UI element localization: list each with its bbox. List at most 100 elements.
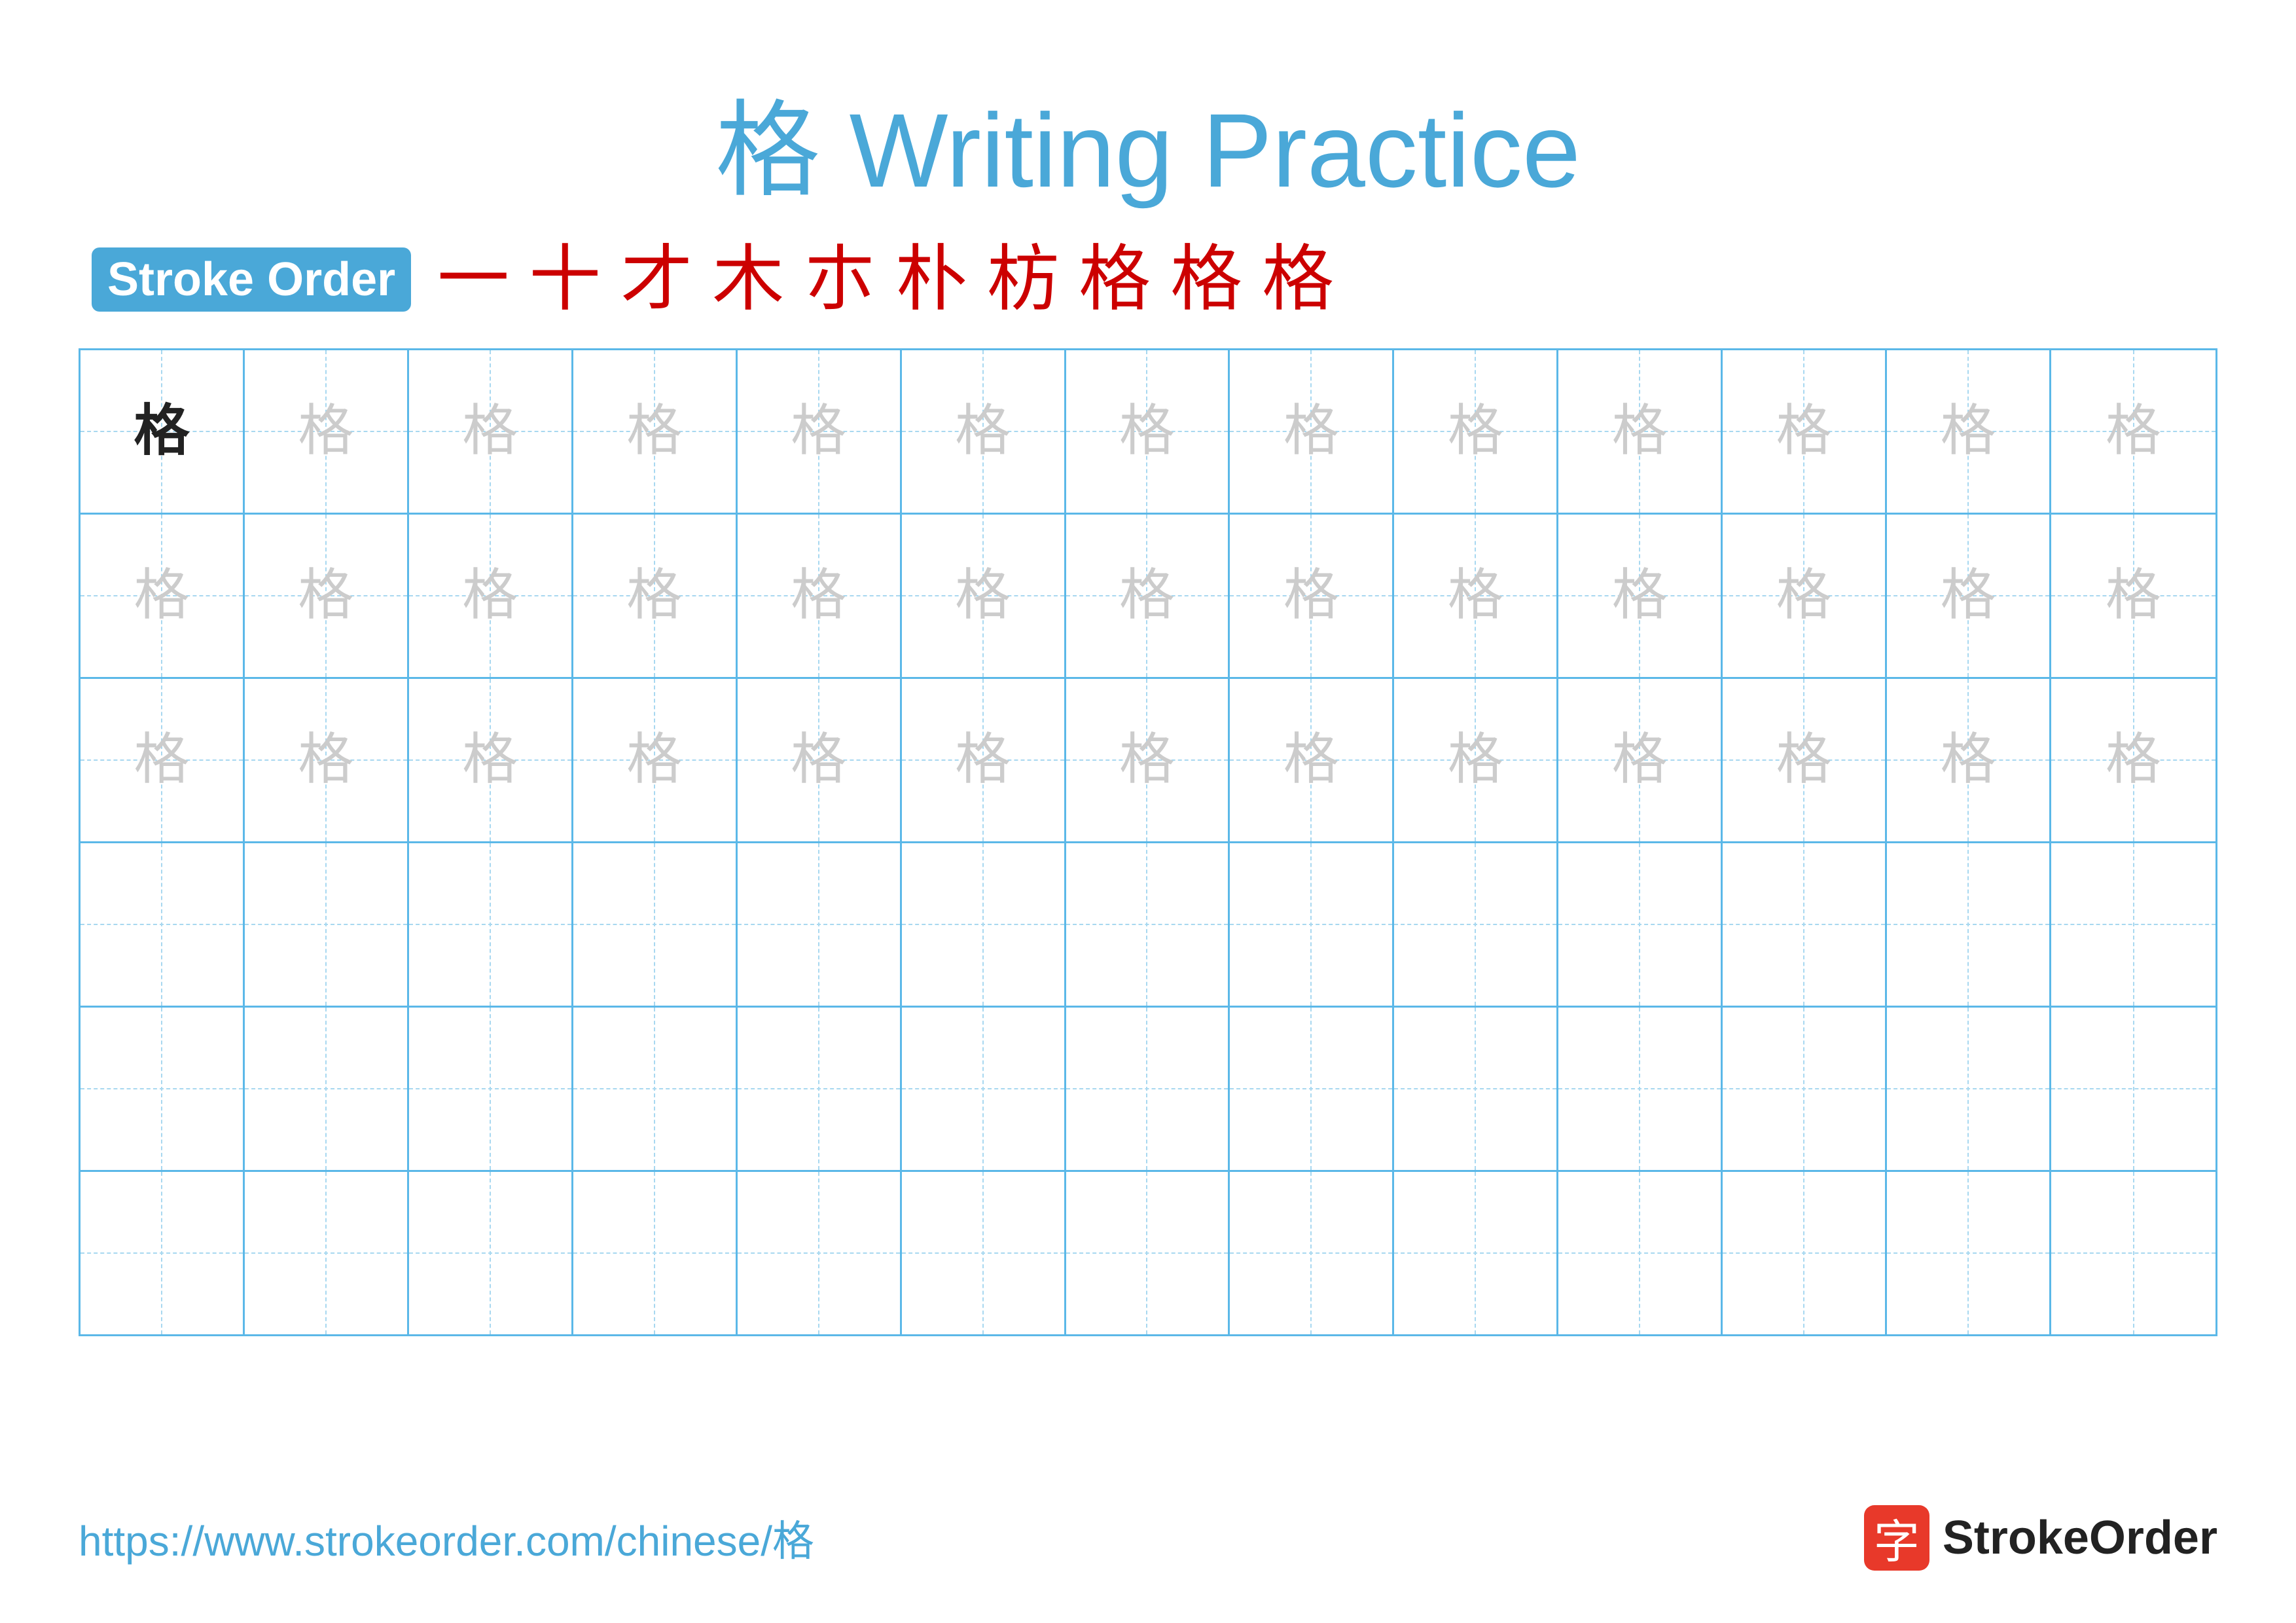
cell-char: 格 (955, 404, 1011, 460)
grid-cell[interactable] (573, 1172, 738, 1334)
grid-cell[interactable]: 格 (902, 350, 1066, 513)
grid-cell[interactable] (1066, 843, 1230, 1006)
grid-cell[interactable]: 格 (81, 350, 245, 513)
grid-cell[interactable] (1230, 843, 1394, 1006)
grid-cell[interactable]: 格 (1723, 515, 1887, 677)
grid-cell[interactable]: 格 (1558, 350, 1723, 513)
cell-char: 格 (1119, 733, 1175, 788)
cell-char: 格 (791, 568, 846, 624)
grid-cell[interactable]: 格 (738, 679, 902, 841)
grid-cell[interactable] (81, 843, 245, 1006)
grid-cell[interactable]: 格 (1066, 350, 1230, 513)
grid-cell[interactable] (902, 1008, 1066, 1170)
grid-cell[interactable]: 格 (1230, 350, 1394, 513)
grid-cell[interactable] (409, 843, 573, 1006)
grid-cell[interactable]: 格 (409, 515, 573, 677)
grid-cell[interactable]: 格 (81, 515, 245, 677)
grid-cell[interactable] (1558, 1172, 1723, 1334)
grid-cell[interactable] (1723, 843, 1887, 1006)
grid-cell[interactable]: 格 (81, 679, 245, 841)
grid-cell[interactable]: 格 (738, 515, 902, 677)
grid-cell[interactable] (2051, 843, 2215, 1006)
grid-cell[interactable] (409, 1172, 573, 1334)
grid-cell[interactable] (81, 1172, 245, 1334)
grid-cell[interactable]: 格 (409, 350, 573, 513)
grid-cell[interactable] (1723, 1008, 1887, 1170)
grid-cell[interactable]: 格 (1723, 679, 1887, 841)
stroke-9: 格 (1170, 244, 1242, 316)
grid-cell[interactable] (738, 1172, 902, 1334)
cell-char: 格 (1283, 733, 1339, 788)
grid-cell[interactable]: 格 (1394, 350, 1558, 513)
grid-cell[interactable] (245, 1008, 409, 1170)
grid-cell[interactable]: 格 (2051, 515, 2215, 677)
grid-cell[interactable] (1066, 1172, 1230, 1334)
grid-cell[interactable]: 格 (2051, 350, 2215, 513)
grid-cell[interactable] (902, 843, 1066, 1006)
grid-row-2: 格 格 格 格 格 格 格 格 格 格 格 格 格 (81, 515, 2215, 679)
grid-cell[interactable] (902, 1172, 1066, 1334)
stroke-order-badge: Stroke Order (92, 247, 411, 312)
logo-text: StrokeOrder (1943, 1511, 2217, 1565)
grid-cell[interactable] (1887, 1172, 2051, 1334)
grid-cell[interactable] (245, 1172, 409, 1334)
grid-cell[interactable] (1887, 1008, 2051, 1170)
grid-cell[interactable]: 格 (1230, 679, 1394, 841)
cell-char: 格 (134, 568, 189, 624)
grid-cell[interactable]: 格 (1066, 515, 1230, 677)
grid-cell[interactable]: 格 (1230, 515, 1394, 677)
grid-cell[interactable] (1887, 843, 2051, 1006)
grid-cell[interactable]: 格 (1394, 679, 1558, 841)
grid-cell[interactable] (738, 1008, 902, 1170)
grid-cell[interactable] (1066, 1008, 1230, 1170)
grid-cell[interactable]: 格 (1723, 350, 1887, 513)
stroke-2: 十 (529, 244, 601, 316)
grid-cell[interactable]: 格 (902, 515, 1066, 677)
cell-char: 格 (1119, 404, 1175, 460)
grid-cell[interactable]: 格 (1558, 679, 1723, 841)
grid-cell[interactable]: 格 (245, 679, 409, 841)
grid-cell[interactable]: 格 (902, 679, 1066, 841)
grid-cell[interactable]: 格 (1887, 515, 2051, 677)
cell-char: 格 (626, 733, 682, 788)
grid-cell[interactable] (2051, 1008, 2215, 1170)
grid-cell[interactable]: 格 (409, 679, 573, 841)
footer-url[interactable]: https://www.strokeorder.com/chinese/格 (79, 1508, 814, 1568)
grid-cell[interactable]: 格 (573, 515, 738, 677)
cell-char: 格 (462, 568, 518, 624)
grid-cell[interactable] (1230, 1008, 1394, 1170)
grid-cell[interactable] (409, 1008, 573, 1170)
grid-cell[interactable] (1394, 843, 1558, 1006)
grid-cell[interactable] (1230, 1172, 1394, 1334)
grid-cell[interactable] (81, 1008, 245, 1170)
title-character: 格 (715, 92, 820, 209)
grid-cell[interactable] (1558, 1008, 1723, 1170)
cell-char: 格 (1941, 404, 1996, 460)
grid-cell[interactable] (573, 843, 738, 1006)
grid-cell[interactable]: 格 (1066, 679, 1230, 841)
grid-cell[interactable]: 格 (1887, 350, 2051, 513)
cell-char: 格 (626, 404, 682, 460)
grid-cell[interactable]: 格 (573, 679, 738, 841)
grid-cell[interactable]: 格 (1887, 679, 2051, 841)
grid-cell[interactable] (1394, 1172, 1558, 1334)
grid-cell[interactable] (738, 843, 902, 1006)
grid-cell[interactable]: 格 (245, 350, 409, 513)
grid-cell[interactable]: 格 (1558, 515, 1723, 677)
grid-cell[interactable] (1723, 1172, 1887, 1334)
cell-char: 格 (1448, 733, 1503, 788)
grid-cell[interactable]: 格 (738, 350, 902, 513)
grid-cell[interactable]: 格 (573, 350, 738, 513)
cell-char: 格 (298, 568, 353, 624)
grid-cell[interactable] (1394, 1008, 1558, 1170)
grid-row-6 (81, 1172, 2215, 1334)
grid-cell[interactable] (245, 843, 409, 1006)
grid-cell[interactable]: 格 (245, 515, 409, 677)
grid-cell[interactable] (1558, 843, 1723, 1006)
grid-cell[interactable] (2051, 1172, 2215, 1334)
cell-char: 格 (134, 733, 189, 788)
grid-cell[interactable]: 格 (2051, 679, 2215, 841)
grid-cell[interactable]: 格 (1394, 515, 1558, 677)
footer: https://www.strokeorder.com/chinese/格 字 … (79, 1505, 2217, 1571)
grid-cell[interactable] (573, 1008, 738, 1170)
